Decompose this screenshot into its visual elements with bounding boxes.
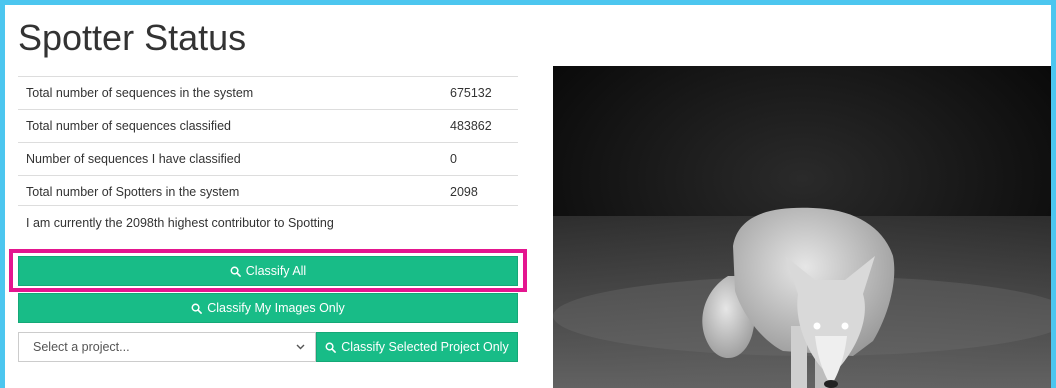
contributor-rank-text: I am currently the 2098th highest contri… [18,205,518,239]
stat-label: Number of sequences I have classified [18,142,442,176]
classify-my-images-button[interactable]: Classify My Images Only [18,293,518,323]
stat-label: Total number of Spotters in the system [18,175,442,208]
table-row: Total number of sequences classified 483… [18,109,518,143]
stat-value: 483862 [442,109,518,143]
table-row: Total number of Spotters in the system 2… [18,175,518,208]
table-row: Number of sequences I have classified 0 [18,142,518,176]
table-row: Total number of sequences in the system … [18,76,518,110]
classify-project-label: Classify Selected Project Only [341,340,509,354]
stat-label: Total number of sequences in the system [18,76,442,110]
fox-photo-illustration [553,66,1051,388]
classify-selected-project-button[interactable]: Classify Selected Project Only [316,332,518,362]
stat-value: 2098 [442,175,518,208]
page-title: Spotter Status [18,17,247,58]
chevron-down-icon [296,344,305,350]
stat-value: 675132 [442,76,518,110]
spotter-status-panel: Spotter Status Total number of sequences… [5,5,1051,388]
search-icon [325,342,337,353]
highlight-box [9,249,527,292]
project-select-value: Select a project... [33,340,130,354]
camera-trap-image [553,66,1051,388]
stat-label: Total number of sequences classified [18,109,442,143]
stats-table: Total number of sequences in the system … [18,76,518,208]
stat-value: 0 [442,142,518,176]
project-select[interactable]: Select a project... [18,332,316,362]
search-icon [191,303,203,314]
classify-my-label: Classify My Images Only [207,301,345,315]
